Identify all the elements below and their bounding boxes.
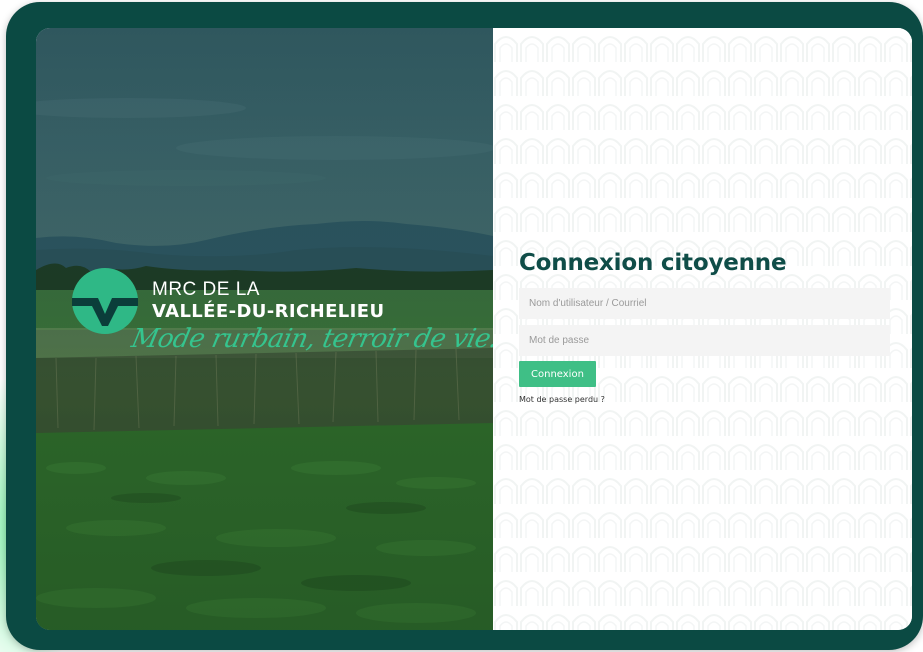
login-button[interactable]: Connexion: [519, 361, 596, 387]
logo-text-line1: MRC DE LA: [152, 279, 260, 300]
page-title: Connexion citoyenne: [519, 250, 787, 276]
password-input[interactable]: [519, 325, 890, 356]
username-input[interactable]: [519, 288, 890, 319]
logo-text-line2: VALLÉE-DU-RICHELIEU: [152, 301, 385, 322]
screen: MRC DE LA VALLÉE-DU-RICHELIEU Mode rurba…: [36, 28, 912, 630]
logo-tagline: Mode rurbain, terroir de vie!: [128, 324, 493, 354]
hero-landscape-image: MRC DE LA VALLÉE-DU-RICHELIEU Mode rurba…: [36, 28, 493, 630]
lost-password-link[interactable]: Mot de passe perdu ?: [519, 395, 605, 404]
login-form: Connexion citoyenne Connexion Mot de pas…: [519, 250, 890, 407]
logo-v-icon: [72, 268, 138, 334]
device-frame: MRC DE LA VALLÉE-DU-RICHELIEU Mode rurba…: [6, 2, 923, 650]
login-panel: Connexion citoyenne Connexion Mot de pas…: [493, 28, 912, 630]
